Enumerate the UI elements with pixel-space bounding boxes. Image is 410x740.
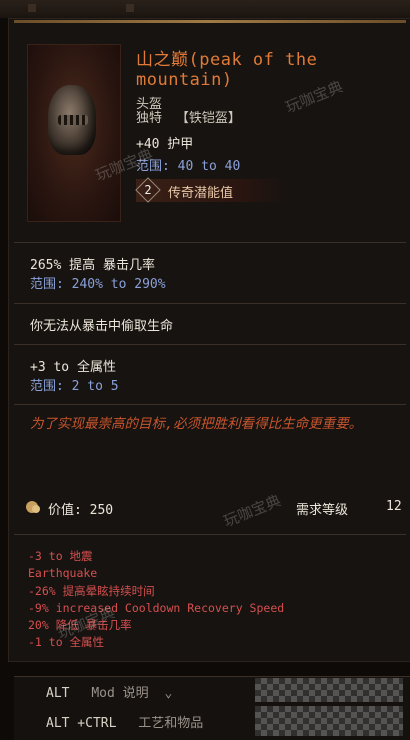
alt-key: ALT — [46, 686, 70, 701]
required-level-value: 12 — [386, 499, 402, 514]
helmet-icon — [48, 85, 96, 155]
affix-attributes-text: +3 to 全属性 — [30, 360, 116, 375]
affix-no-leech: 你无法从暴击中偷取生命 — [30, 319, 174, 334]
item-rarity-base: 独特 【铁铠盔】 — [136, 107, 241, 126]
mod-line: -26% 提高晕眩持续时间 — [28, 583, 155, 598]
strip-notch — [28, 4, 36, 12]
affix-crit-text: 265% 提高 暴击几率 — [30, 258, 155, 273]
mod-info-toggle[interactable]: ALT Mod 说明 ⌄ — [46, 682, 172, 701]
flavor-text: 为了实现最崇高的目标,必须把胜利看得比生命更重要。 — [30, 416, 363, 432]
divider — [14, 404, 406, 405]
item-rarity: 独特 — [136, 111, 163, 126]
strip-notch — [126, 4, 134, 12]
item-value: 价值: 250 — [48, 503, 114, 518]
pixelated-region — [255, 706, 403, 736]
divider — [14, 534, 406, 535]
value-row: 价值: 250 需求等级 12 — [24, 499, 404, 519]
item-portrait — [27, 44, 121, 222]
divider — [14, 344, 406, 345]
divider — [14, 303, 406, 304]
tooltip-frame-border — [14, 20, 406, 23]
affix-crit-range: 范围: 240% to 290% — [30, 277, 166, 292]
mod-line: -3 to 地震 — [28, 549, 93, 563]
crafting-label: 工艺和物品 — [138, 716, 204, 731]
item-base: 【铁铠盔】 — [175, 111, 241, 126]
helmet-visor — [58, 115, 88, 125]
chevron-down-icon: ⌄ — [164, 686, 173, 701]
mod-line: Earthquake — [28, 566, 98, 581]
item-name: 山之巅(peak of the mountain) — [136, 50, 318, 90]
divider — [14, 242, 406, 243]
legendary-potential-value: 2 — [144, 183, 152, 197]
crafting-toggle[interactable]: ALT +CTRL 工艺和物品 — [46, 712, 203, 731]
pixelated-region — [255, 678, 403, 702]
coin-icon — [32, 505, 40, 513]
mod-line: -9% increased Cooldown Recovery Speed — [28, 600, 285, 615]
legendary-potential-label: 传奇潜能值 — [168, 186, 234, 201]
top-strip — [0, 0, 410, 18]
alt-ctrl-key: ALT +CTRL — [46, 716, 117, 731]
legendary-potential: 2 传奇潜能值 — [135, 177, 286, 203]
affix-attributes-range: 范围: 2 to 5 — [30, 379, 119, 394]
required-level-label: 需求等级 — [296, 503, 349, 518]
mod-info-label: Mod 说明 — [91, 686, 149, 701]
